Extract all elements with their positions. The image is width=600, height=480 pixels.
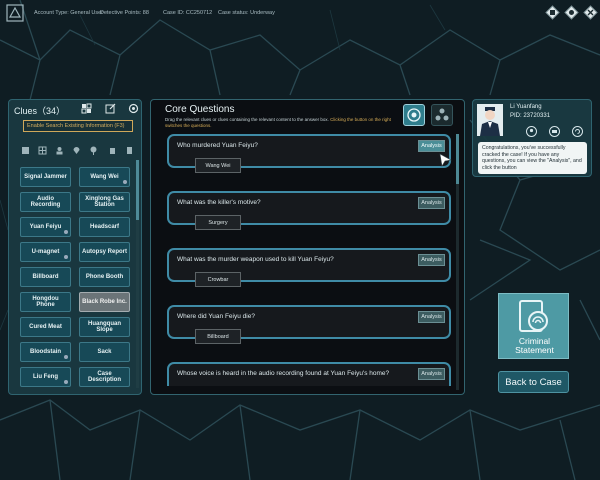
detective-points: Detective Points: 88 <box>100 10 149 16</box>
filter-person-icon[interactable] <box>55 146 64 155</box>
criminal-statement-label: Criminal Statement <box>515 336 554 355</box>
question-card: Who murdered Yuan Feiyu? Analysis Wang W… <box>167 134 451 173</box>
clue-search-input[interactable] <box>23 120 133 132</box>
character-message: Congratulations, you've successfully cra… <box>478 142 587 174</box>
filter-location-icon[interactable] <box>72 146 81 155</box>
diamond-settings-icon[interactable] <box>583 5 598 20</box>
layout-icon[interactable] <box>81 103 92 114</box>
case-status: Case status: Underway <box>218 10 275 16</box>
replay-icon[interactable] <box>572 126 583 137</box>
case-id: Case ID: CC250712 <box>163 10 213 16</box>
clue-bloodstain[interactable]: Bloodstain <box>20 342 71 362</box>
question-card: Where did Yuan Feiyu die? Analysis Billb… <box>167 305 451 344</box>
nodes-icon <box>435 108 449 121</box>
clue-sack[interactable]: Sack <box>79 342 130 362</box>
clue-dot-icon <box>64 355 68 359</box>
clue-wang-wei[interactable]: Wang Wei <box>79 167 130 187</box>
profile-icon[interactable] <box>526 126 537 137</box>
fingerprint-document-icon <box>519 300 548 332</box>
answer-slot[interactable]: Surgery <box>195 215 241 230</box>
question-card: What was the murder weapon used to kill … <box>167 248 451 287</box>
question-text: Where did Yuan Feiyu die? <box>177 313 255 320</box>
clue-hongdou-phone[interactable]: Hongdou Phone <box>20 292 71 312</box>
analysis-button[interactable]: Analysis <box>418 311 445 323</box>
switch-question-button[interactable] <box>403 104 425 126</box>
answer-slot[interactable]: Crowbar <box>195 272 241 287</box>
core-instruction: Drag the relevant clues or clues contain… <box>165 117 391 128</box>
character-pid: PID: 23720331 <box>510 113 551 119</box>
question-text: What was the killer's motive? <box>177 199 261 206</box>
account-type: Account Type: General User <box>34 10 103 16</box>
question-card: Whose voice is heard in the audio record… <box>167 362 451 386</box>
analysis-button[interactable]: Analysis <box>418 140 445 152</box>
filter-tree-icon[interactable] <box>89 146 98 155</box>
filter-grid-icon[interactable] <box>38 146 47 155</box>
clue-phone-booth[interactable]: Phone Booth <box>79 267 130 287</box>
analysis-button[interactable]: Analysis <box>418 197 445 209</box>
avatar <box>477 104 503 136</box>
clues-title: Clues（34） <box>14 106 66 116</box>
clue-billboard[interactable]: Billboard <box>20 267 71 287</box>
detective-logo-icon <box>6 4 24 22</box>
clue-huangquan-slope[interactable]: Huangquan Slope <box>79 317 130 337</box>
clue-u-magnet[interactable]: U-magnet <box>20 242 71 262</box>
question-card: What was the killer's motive? Analysis S… <box>167 191 451 230</box>
clue-case-description[interactable]: Case Description <box>79 367 130 387</box>
clue-xinglong-gas-station[interactable]: Xinglong Gas Station <box>79 192 130 212</box>
question-text: Whose voice is heard in the audio record… <box>177 370 390 377</box>
diamond-menu-icon[interactable] <box>545 5 560 20</box>
gear-icon[interactable] <box>128 103 139 114</box>
answer-slot[interactable]: Wang Wei <box>195 158 241 173</box>
filter-trash-icon[interactable] <box>108 146 117 155</box>
back-to-case-button[interactable]: Back to Case <box>498 371 569 393</box>
clue-autopsy-report[interactable]: Autopsy Report <box>79 242 130 262</box>
filter-doc-icon[interactable] <box>125 146 134 155</box>
analysis-button[interactable]: Analysis <box>418 254 445 266</box>
clue-dot-icon <box>64 255 68 259</box>
analysis-button[interactable]: Analysis <box>418 368 445 380</box>
clue-dot-icon <box>64 230 68 234</box>
top-bar: Account Type: General User Detective Poi… <box>0 0 600 26</box>
questions-scroll-thumb[interactable] <box>456 134 459 184</box>
questions-scrollbar[interactable] <box>456 134 459 390</box>
question-text: Who murdered Yuan Feiyu? <box>177 142 258 149</box>
clue-black-robe-inc[interactable]: Black Robe Inc. <box>79 292 130 312</box>
answer-slot[interactable]: Billboard <box>195 329 241 344</box>
character-name: Li Yuanfang <box>510 104 542 110</box>
clue-yuan-feiyu[interactable]: Yuan Feiyu <box>20 217 71 237</box>
clue-audio-recording[interactable]: Audio Recording <box>20 192 71 212</box>
clue-cured-meat[interactable]: Cured Meat <box>20 317 71 337</box>
target-icon <box>407 108 421 122</box>
pointer-cursor-icon <box>439 153 452 167</box>
filter-building-icon[interactable] <box>21 146 30 155</box>
core-questions-title: Core Questions <box>165 104 235 115</box>
clue-dot-icon <box>123 180 127 184</box>
clue-filter-row <box>21 146 135 157</box>
network-view-button[interactable] <box>431 104 453 126</box>
clues-scrollbar[interactable] <box>136 160 139 388</box>
clue-headscarf[interactable]: Headscarf <box>79 217 130 237</box>
core-questions-panel: Core Questions Drag the relevant clues o… <box>150 99 465 395</box>
chat-icon[interactable] <box>549 126 560 137</box>
clues-panel: Clues（34） Signal Jammer Wang Wei Audio R… <box>8 99 142 395</box>
clue-liu-feng[interactable]: Liu Feng <box>20 367 71 387</box>
clue-signal-jammer[interactable]: Signal Jammer <box>20 167 71 187</box>
criminal-statement-button[interactable]: Criminal Statement <box>498 293 569 359</box>
clue-dot-icon <box>64 380 68 384</box>
clues-scroll-thumb[interactable] <box>136 160 139 220</box>
edit-icon[interactable] <box>105 103 116 114</box>
diamond-grid-icon[interactable] <box>564 5 579 20</box>
question-text: What was the murder weapon used to kill … <box>177 256 334 263</box>
character-card: Li Yuanfang PID: 23720331 Congratulation… <box>472 99 592 177</box>
